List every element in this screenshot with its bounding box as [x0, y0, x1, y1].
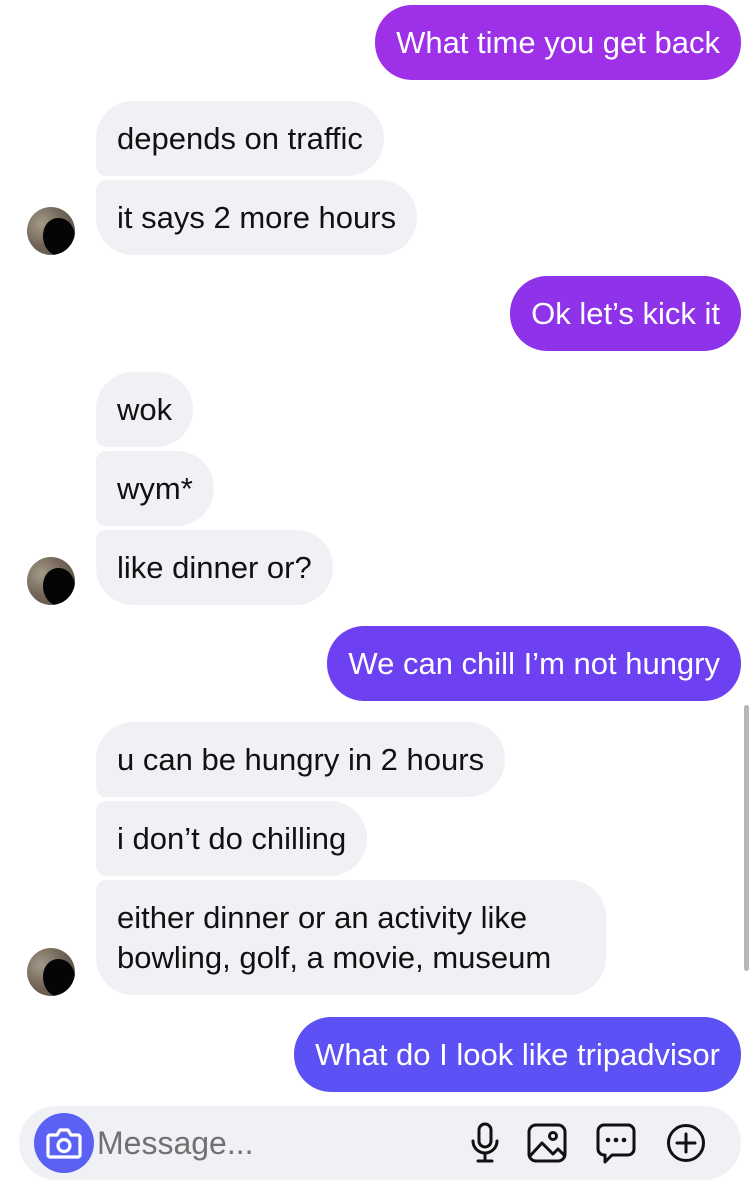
contact-avatar[interactable] — [27, 557, 75, 605]
message-bubble-outgoing[interactable]: We can chill I’m not hungry — [327, 626, 741, 701]
sticker-icon[interactable] — [596, 1123, 636, 1165]
avatar-redaction — [43, 959, 75, 996]
message-text: Ok let’s kick it — [531, 296, 720, 331]
avatar-redaction — [43, 218, 75, 255]
microphone-icon[interactable] — [470, 1122, 500, 1164]
contact-avatar[interactable] — [27, 948, 75, 996]
message-bubble-incoming[interactable]: wok — [96, 372, 194, 447]
message-composer: Message... — [19, 1106, 741, 1180]
message-bubble-incoming[interactable]: it says 2 more hours — [96, 180, 418, 255]
message-bubble-incoming[interactable]: like dinner or? — [96, 530, 333, 605]
message-bubble-incoming[interactable]: depends on traffic — [96, 101, 384, 176]
message-bubble-incoming[interactable]: u can be hungry in 2 hours — [96, 722, 506, 797]
message-text: u can be hungry in 2 hours — [117, 742, 485, 777]
message-input[interactable]: Message... — [97, 1124, 254, 1162]
message-bubble-incoming[interactable]: wym* — [96, 451, 214, 526]
message-bubble-outgoing[interactable]: Ok let’s kick it — [510, 276, 741, 351]
scrollbar[interactable] — [744, 705, 749, 971]
message-text: it says 2 more hours — [117, 200, 397, 235]
contact-avatar[interactable] — [27, 207, 75, 255]
message-text: wok — [117, 392, 173, 427]
message-bubble-outgoing[interactable]: What time you get back — [375, 5, 741, 80]
message-text: We can chill I’m not hungry — [348, 646, 720, 681]
camera-icon — [46, 1128, 82, 1159]
message-bubble-incoming[interactable]: either dinner or an activity like bowlin… — [96, 880, 606, 995]
message-bubble-outgoing[interactable]: What do I look like tripadvisor — [294, 1017, 741, 1092]
message-text: depends on traffic — [117, 121, 363, 156]
message-text: either dinner or an activity like bowlin… — [117, 900, 552, 975]
plus-icon[interactable] — [666, 1123, 706, 1163]
message-text: wym* — [117, 471, 193, 506]
avatar-redaction — [43, 568, 75, 605]
message-text: i don’t do chilling — [117, 821, 347, 856]
camera-button[interactable] — [34, 1113, 94, 1173]
message-bubble-incoming[interactable]: i don’t do chilling — [96, 801, 368, 876]
message-text: What time you get back — [396, 25, 720, 60]
message-text: What do I look like tripadvisor — [315, 1037, 720, 1072]
message-text: like dinner or? — [117, 550, 312, 585]
image-icon[interactable] — [527, 1123, 567, 1163]
